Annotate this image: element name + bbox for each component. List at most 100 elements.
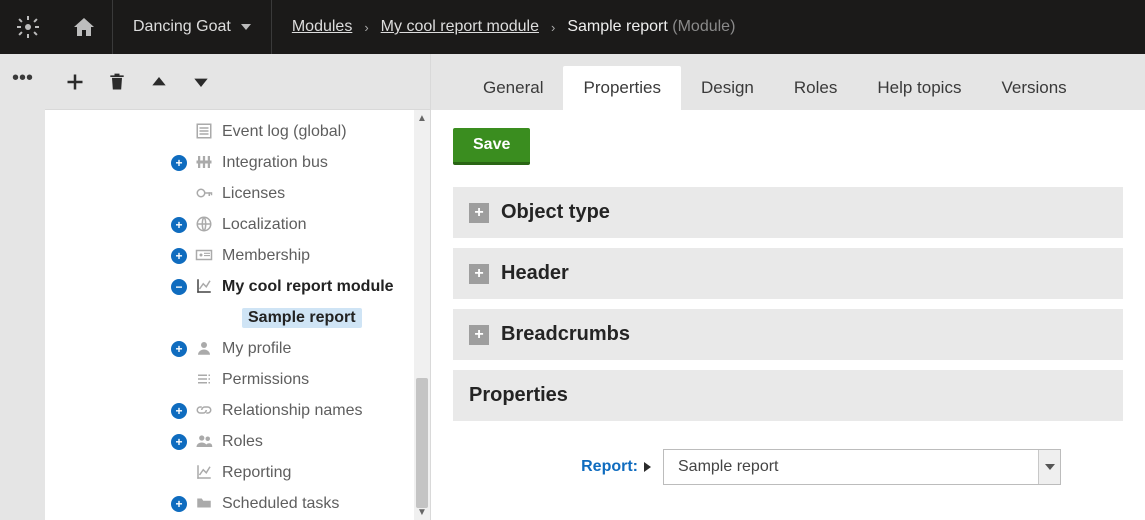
- accordion-title: Breadcrumbs: [501, 323, 630, 346]
- tree-item[interactable]: + Relationship names: [49, 395, 430, 426]
- breadcrumb-item[interactable]: My cool report module: [381, 18, 539, 36]
- accordion-header[interactable]: + Header: [453, 248, 1123, 299]
- content-area: GeneralPropertiesDesignRolesHelp topicsV…: [431, 54, 1145, 520]
- tab-roles[interactable]: Roles: [774, 66, 857, 110]
- accordion-breadcrumbs[interactable]: + Breadcrumbs: [453, 309, 1123, 360]
- expand-icon[interactable]: +: [171, 496, 187, 512]
- tree-item[interactable]: Event log (global): [49, 116, 430, 147]
- users-icon: [194, 432, 214, 450]
- tree-item-label: Scheduled tasks: [222, 495, 339, 513]
- accordion-title: Properties: [469, 384, 568, 407]
- tree-item-label: Sample report: [242, 308, 362, 328]
- tree-item[interactable]: + Integration bus: [49, 147, 430, 178]
- left-rail: •••: [0, 54, 45, 520]
- collapse-icon[interactable]: −: [171, 279, 187, 295]
- expand-icon: +: [469, 264, 489, 284]
- expand-icon[interactable]: +: [171, 248, 187, 264]
- breadcrumb: Modules › My cool report module › Sample…: [271, 0, 736, 54]
- chart-icon: [194, 277, 214, 295]
- save-button[interactable]: Save: [453, 128, 530, 165]
- sidebar-toolbar: [45, 54, 430, 110]
- tree-item-label: Reporting: [222, 464, 291, 482]
- arrow-right-icon: [644, 462, 651, 472]
- report-select[interactable]: Sample report: [663, 449, 1061, 485]
- expand-icon[interactable]: +: [171, 217, 187, 233]
- bus-icon: [194, 153, 214, 171]
- home-icon[interactable]: [56, 0, 112, 54]
- report-value: Sample report: [678, 458, 779, 476]
- move-down-button[interactable]: [187, 68, 215, 96]
- chevron-right-icon: ›: [551, 20, 555, 35]
- report-field-row: Report: Sample report: [453, 449, 1123, 485]
- scroll-up-icon[interactable]: ▲: [414, 110, 430, 126]
- perm-icon: [194, 370, 214, 388]
- add-button[interactable]: [61, 68, 89, 96]
- tab-panel: Save + Object type + Header + Breadcrumbs +Pro…: [431, 110, 1145, 520]
- breadcrumb-current: Sample report (Module): [567, 18, 735, 36]
- tree-item-label: My cool report module: [222, 278, 394, 296]
- link-icon: [194, 401, 214, 419]
- site-name: Dancing Goat: [133, 18, 231, 36]
- delete-button[interactable]: [103, 68, 131, 96]
- logo-icon[interactable]: [0, 0, 56, 54]
- expand-icon: +: [469, 325, 489, 345]
- tabs: GeneralPropertiesDesignRolesHelp topicsV…: [431, 54, 1145, 110]
- expand-icon[interactable]: +: [171, 403, 187, 419]
- chevron-down-icon: [241, 24, 251, 30]
- list-icon: [194, 122, 214, 140]
- scroll-thumb[interactable]: [416, 378, 428, 508]
- tree-item-label: Event log (global): [222, 123, 347, 141]
- tree-item-label: My profile: [222, 340, 291, 358]
- expand-icon: +: [469, 203, 489, 223]
- tree-item[interactable]: + Roles: [49, 426, 430, 457]
- tree-item-label: Relationship names: [222, 402, 363, 420]
- tab-versions[interactable]: Versions: [981, 66, 1086, 110]
- tree-item-label: Integration bus: [222, 154, 328, 172]
- scrollbar[interactable]: ▲ ▼: [414, 110, 430, 520]
- tree-item-label: Localization: [222, 216, 307, 234]
- tree-item[interactable]: + Scheduled tasks: [49, 488, 430, 519]
- tab-general[interactable]: General: [463, 66, 563, 110]
- move-up-button[interactable]: [145, 68, 173, 96]
- accordion-title: Object type: [501, 201, 610, 224]
- chevron-right-icon: ›: [364, 20, 368, 35]
- tree-item[interactable]: − My cool report module: [49, 271, 430, 302]
- user-icon: [194, 339, 214, 357]
- tree-panel: Event log (global) + Integration bus Licens…: [45, 110, 430, 520]
- key-icon: [194, 184, 214, 202]
- tree-item[interactable]: Licenses: [49, 178, 430, 209]
- tab-properties[interactable]: Properties: [563, 66, 680, 110]
- folder-icon: [194, 494, 214, 512]
- tab-help-topics[interactable]: Help topics: [857, 66, 981, 110]
- tree-item[interactable]: Permissions: [49, 364, 430, 395]
- globe-icon: [194, 215, 214, 233]
- tree-item-label: Licenses: [222, 185, 285, 203]
- expand-icon[interactable]: +: [171, 155, 187, 171]
- chart-icon: [194, 463, 214, 481]
- site-switcher[interactable]: Dancing Goat: [112, 0, 271, 54]
- toggle-spacer: [171, 186, 187, 202]
- card-icon: [194, 246, 214, 264]
- breadcrumb-root[interactable]: Modules: [292, 18, 352, 36]
- accordion-object-type[interactable]: + Object type: [453, 187, 1123, 238]
- toggle-spacer: [171, 372, 187, 388]
- tree-item[interactable]: Sample report: [49, 302, 430, 333]
- tab-design[interactable]: Design: [681, 66, 774, 110]
- tree-item[interactable]: +Membership: [49, 240, 430, 271]
- tree-item[interactable]: + My profile: [49, 333, 430, 364]
- tree-item-label: Roles: [222, 433, 263, 451]
- toggle-spacer: [171, 465, 187, 481]
- expand-icon[interactable]: +: [171, 341, 187, 357]
- tree-item[interactable]: Reporting: [49, 457, 430, 488]
- scroll-down-icon[interactable]: ▼: [414, 504, 430, 520]
- accordion-title: Header: [501, 262, 569, 285]
- report-label[interactable]: Report:: [453, 458, 663, 476]
- accordion-properties[interactable]: +Properties: [453, 370, 1123, 421]
- tree-item-label: Permissions: [222, 371, 309, 389]
- chevron-down-icon[interactable]: [1038, 450, 1060, 484]
- toggle-spacer: [197, 310, 213, 326]
- tree-item[interactable]: + Localization: [49, 209, 430, 240]
- topbar: Dancing Goat Modules › My cool report mo…: [0, 0, 1145, 54]
- more-icon[interactable]: •••: [12, 68, 33, 88]
- expand-icon[interactable]: +: [171, 434, 187, 450]
